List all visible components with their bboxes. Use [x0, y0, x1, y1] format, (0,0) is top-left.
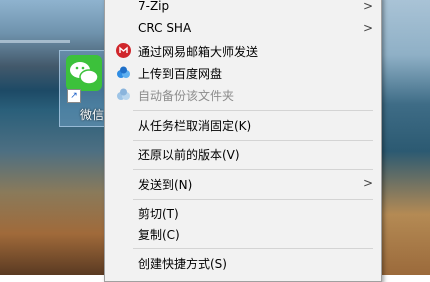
menu-separator [133, 248, 373, 249]
netease-mail-icon [116, 43, 131, 58]
menu-item-label: 还原以前的版本(V) [138, 148, 240, 162]
desktop-icon-label: 微信 [80, 108, 105, 122]
shortcut-arrow-icon: ↗ [67, 89, 81, 103]
menu-separator [133, 110, 373, 111]
menu-item-label: 上传到百度网盘 [138, 67, 223, 81]
menu-separator [133, 199, 373, 200]
wechat-icon [66, 55, 102, 91]
baidu-netdisk-icon [117, 88, 130, 100]
chevron-right-icon: > [362, 21, 373, 35]
menu-item-unpin-taskbar[interactable]: 从任务栏取消固定(K) [105, 114, 381, 136]
menu-item-label: 从任务栏取消固定(K) [138, 119, 252, 133]
menu-item-copy[interactable]: 复制(C) [105, 223, 381, 245]
baidu-netdisk-icon [117, 66, 130, 78]
menu-item-label: 发送到(N) [138, 178, 193, 192]
menu-separator [133, 169, 373, 170]
menu-item-auto-backup[interactable]: 自动备份该文件夹 [105, 84, 381, 106]
menu-item-create-shortcut[interactable]: 创建快捷方式(S) [105, 252, 381, 274]
menu-item-label: 自动备份该文件夹 [138, 89, 235, 103]
chevron-right-icon: > [362, 176, 373, 190]
wave-decoration [0, 40, 70, 43]
menu-item-label: 复制(C) [138, 228, 180, 242]
menu-item-label: 创建快捷方式(S) [138, 257, 227, 271]
menu-item-cut[interactable]: 剪切(T) [105, 202, 381, 224]
menu-separator [133, 140, 373, 141]
wave-decoration [380, 70, 430, 73]
menu-item-restore-versions[interactable]: 还原以前的版本(V) [105, 143, 381, 165]
menu-item-netease-send[interactable]: 通过网易邮箱大师发送 [105, 40, 381, 62]
menu-item-label: CRC SHA [138, 21, 192, 35]
menu-item-7zip[interactable]: 7-Zip > [105, 0, 381, 18]
menu-item-send-to[interactable]: 发送到(N) > [105, 173, 381, 195]
chevron-right-icon: > [362, 0, 373, 13]
menu-item-label: 7-Zip [138, 0, 170, 13]
menu-item-crc-sha[interactable]: CRC SHA > [105, 18, 381, 40]
wave-decoration [380, 100, 430, 103]
menu-item-label: 剪切(T) [138, 207, 179, 221]
context-menu: 7-Zip > CRC SHA > 通过网易邮箱大师发送 上传到百度网盘 自动备… [104, 0, 382, 282]
menu-item-label: 通过网易邮箱大师发送 [138, 45, 259, 59]
menu-item-baidu-upload[interactable]: 上传到百度网盘 [105, 62, 381, 84]
